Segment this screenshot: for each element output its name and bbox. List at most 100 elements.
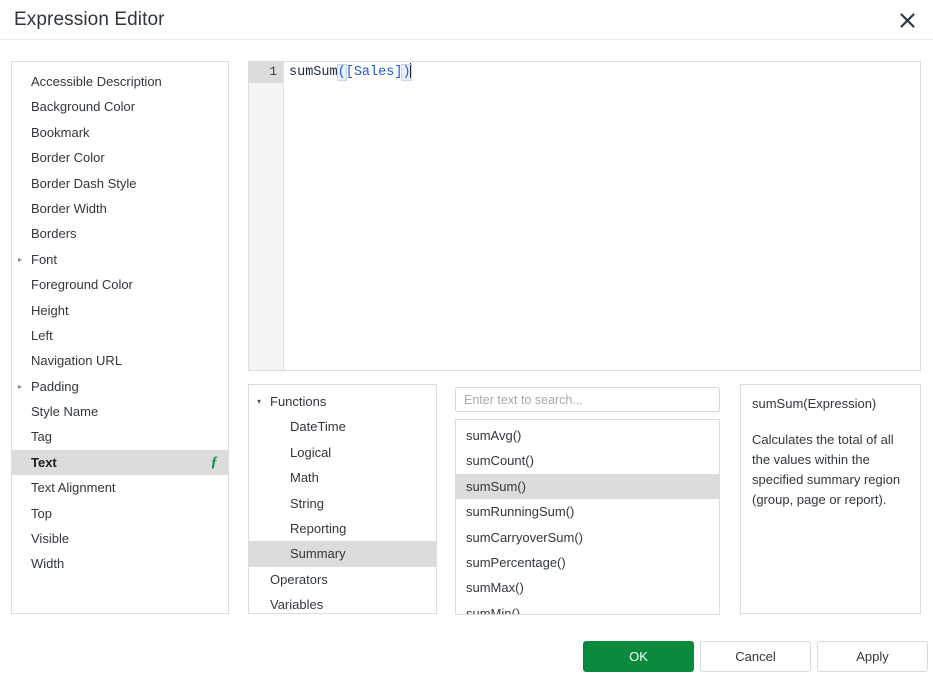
category-tree-label: Logical xyxy=(290,445,331,460)
dialog-footer: OK Cancel Apply xyxy=(0,627,933,689)
page-title: Expression Editor xyxy=(14,6,165,34)
function-list[interactable]: sumAvg() sumCount() sumSum() sumRunningSum(… xyxy=(455,419,720,615)
chevron-right-icon[interactable]: ▸ xyxy=(18,247,28,272)
property-label: Width xyxy=(31,556,64,571)
property-label: Background Color xyxy=(31,99,135,114)
property-label: Text xyxy=(31,455,57,470)
cancel-button[interactable]: Cancel xyxy=(700,641,811,672)
category-tree-item[interactable]: Operators xyxy=(249,567,436,592)
property-row[interactable]: Bookmark xyxy=(12,120,228,145)
function-list-item[interactable]: sumPercentage() xyxy=(456,550,719,575)
property-label: Tag xyxy=(31,429,52,444)
category-tree-item[interactable]: ▾Functions xyxy=(249,389,436,414)
category-tree-label: Reporting xyxy=(290,521,346,536)
chevron-right-icon[interactable]: ▸ xyxy=(18,374,28,399)
function-list-label: sumAvg() xyxy=(466,428,521,443)
property-label: Font xyxy=(31,252,57,267)
line-number: 1 xyxy=(249,62,283,83)
property-row[interactable]: Border Dash Style xyxy=(12,171,228,196)
text-caret xyxy=(410,63,411,78)
property-row[interactable]: Width xyxy=(12,551,228,576)
category-tree[interactable]: ▾Functions DateTime Logical Math String Repor… xyxy=(248,384,437,614)
category-tree-item[interactable]: DateTime xyxy=(249,414,436,439)
property-label: Foreground Color xyxy=(31,277,133,292)
expression-code-editor[interactable]: 1 sumSum([Sales]) xyxy=(248,61,921,371)
property-row[interactable]: Style Name xyxy=(12,399,228,424)
function-list-item[interactable]: sumCarryoverSum() xyxy=(456,525,719,550)
property-row[interactable]: Left xyxy=(12,323,228,348)
category-tree-label: Summary xyxy=(290,546,346,561)
category-tree-item[interactable]: Summary xyxy=(249,541,436,566)
category-tree-item[interactable]: String xyxy=(249,491,436,516)
property-row[interactable]: Foreground Color xyxy=(12,272,228,297)
category-tree-item[interactable]: Math xyxy=(249,465,436,490)
dialog-titlebar: Expression Editor xyxy=(0,0,933,40)
function-list-item[interactable]: sumMin() xyxy=(456,601,719,615)
code-line: sumSum([Sales]) xyxy=(289,62,920,83)
property-label: Border Dash Style xyxy=(31,176,137,191)
category-tree-item[interactable]: Logical xyxy=(249,440,436,465)
close-button[interactable] xyxy=(889,3,925,37)
property-row[interactable]: Visible xyxy=(12,526,228,551)
function-list-label: sumCount() xyxy=(466,453,534,468)
function-list-item[interactable]: sumCount() xyxy=(456,448,719,473)
category-tree-item[interactable]: Variables xyxy=(249,592,436,614)
ok-button[interactable]: OK xyxy=(583,641,694,672)
property-row[interactable]: Tag xyxy=(12,424,228,449)
function-list-label: sumRunningSum() xyxy=(466,504,574,519)
code-token-open-paren: ( xyxy=(338,65,346,80)
category-tree-label: Operators xyxy=(270,572,328,587)
property-row[interactable]: Border Width xyxy=(12,196,228,221)
function-list-label: sumPercentage() xyxy=(466,555,566,570)
property-label: Border Width xyxy=(31,201,107,216)
property-row[interactable]: Height xyxy=(12,298,228,323)
code-token-field: [Sales] xyxy=(346,65,403,80)
code-token-function: sumSum xyxy=(289,65,338,80)
properties-list[interactable]: Accessible Description Background Color Bo… xyxy=(11,61,229,614)
property-label: Top xyxy=(31,506,52,521)
property-row[interactable]: Background Color xyxy=(12,94,228,119)
apply-button[interactable]: Apply xyxy=(817,641,928,672)
property-row[interactable]: ▸Padding xyxy=(12,374,228,399)
category-tree-label: Math xyxy=(290,470,319,485)
property-label: Border Color xyxy=(31,150,105,165)
category-tree-label: String xyxy=(290,496,324,511)
property-label: Text Alignment xyxy=(31,480,116,495)
property-label: Navigation URL xyxy=(31,353,122,368)
property-row[interactable]: Navigation URL xyxy=(12,348,228,373)
property-row[interactable]: Borders xyxy=(12,221,228,246)
property-row[interactable]: Top xyxy=(12,501,228,526)
category-tree-item[interactable]: Reporting xyxy=(249,516,436,541)
property-row[interactable]: Text Alignment xyxy=(12,475,228,500)
function-signature: sumSum(Expression) xyxy=(752,395,908,413)
function-list-item[interactable]: sumMax() xyxy=(456,575,719,600)
property-label: Left xyxy=(31,328,53,343)
function-list-label: sumCarryoverSum() xyxy=(466,530,583,545)
function-description-text: Calculates the total of all the values w… xyxy=(752,430,908,510)
property-label: Height xyxy=(31,303,69,318)
editor-gutter: 1 xyxy=(249,62,284,370)
function-list-label: sumMin() xyxy=(466,606,520,615)
category-tree-label: Functions xyxy=(270,394,326,409)
function-description-panel: sumSum(Expression) Calculates the total … xyxy=(740,384,921,614)
function-list-item[interactable]: sumAvg() xyxy=(456,423,719,448)
function-list-item[interactable]: sumRunningSum() xyxy=(456,499,719,524)
function-list-label: sumSum() xyxy=(466,479,526,494)
property-label: Style Name xyxy=(31,404,98,419)
category-tree-label: DateTime xyxy=(290,419,346,434)
close-icon xyxy=(899,12,916,29)
property-row[interactable]: ▸Font xyxy=(12,247,228,272)
property-row[interactable]: Accessible Description xyxy=(12,69,228,94)
property-label: Padding xyxy=(31,379,79,394)
chevron-down-icon[interactable]: ▾ xyxy=(257,389,268,414)
property-label: Accessible Description xyxy=(31,74,162,89)
property-label: Borders xyxy=(31,226,77,241)
function-list-item[interactable]: sumSum() xyxy=(456,474,719,499)
property-row[interactable]: Border Color xyxy=(12,145,228,170)
function-fx-icon[interactable]: ƒ xyxy=(211,450,219,475)
editor-code-area[interactable]: sumSum([Sales]) xyxy=(285,62,920,370)
property-label: Visible xyxy=(31,531,69,546)
search-input[interactable] xyxy=(455,387,720,412)
property-row[interactable]: Text ƒ xyxy=(12,450,228,475)
function-list-label: sumMax() xyxy=(466,580,524,595)
